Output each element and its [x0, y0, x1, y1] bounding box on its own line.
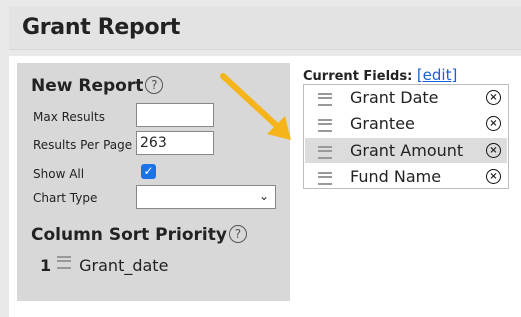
- current-fields-list: Grant Date × Grantee × Grant Amount × Fu…: [303, 84, 509, 189]
- new-report-title-text: New Report: [31, 76, 144, 96]
- new-report-title: New Report?: [31, 76, 164, 96]
- chevron-down-icon: ⌄: [258, 189, 269, 203]
- edit-fields-link[interactable]: [edit]: [417, 66, 458, 84]
- field-item-label: Grant Amount: [350, 141, 464, 160]
- results-per-page-input[interactable]: [136, 131, 214, 155]
- max-results-label: Max Results: [33, 110, 105, 124]
- max-results-input[interactable]: [136, 103, 214, 127]
- drag-handle-icon[interactable]: [57, 256, 72, 269]
- field-item-grant-date[interactable]: Grant Date ×: [305, 85, 507, 110]
- column-sort-priority-title: Column Sort Priority?: [31, 225, 247, 245]
- field-item-label: Grantee: [350, 114, 415, 133]
- arrow-shaft: [220, 73, 280, 129]
- chart-type-label: Chart Type: [33, 191, 98, 205]
- show-all-label: Show All: [33, 167, 85, 181]
- field-item-label: Grant Date: [350, 88, 439, 107]
- field-item-grant-amount[interactable]: Grant Amount ×: [305, 138, 507, 163]
- sort-field-name: Grant_date: [79, 256, 169, 275]
- sort-row[interactable]: 1 Grant_date: [40, 256, 168, 275]
- remove-icon[interactable]: ×: [486, 143, 501, 158]
- column-sort-priority-text: Column Sort Priority: [31, 225, 227, 245]
- page-title: Grant Report: [22, 15, 181, 40]
- field-item-grantee[interactable]: Grantee ×: [305, 111, 507, 136]
- page-header: Grant Report: [9, 6, 521, 50]
- help-icon[interactable]: ?: [145, 76, 164, 94]
- drag-handle-icon[interactable]: [318, 119, 332, 132]
- remove-icon[interactable]: ×: [486, 116, 501, 131]
- annotation-arrow-icon: [220, 73, 291, 140]
- drag-handle-icon[interactable]: [318, 93, 332, 106]
- drag-handle-icon[interactable]: [318, 172, 332, 185]
- show-all-checkbox[interactable]: ✓: [141, 164, 156, 179]
- remove-icon[interactable]: ×: [486, 90, 501, 105]
- drag-handle-icon[interactable]: [318, 146, 332, 159]
- current-fields-text: Current Fields:: [303, 69, 413, 84]
- sort-priority-number: 1: [40, 256, 52, 275]
- results-per-page-label: Results Per Page: [33, 138, 133, 152]
- chart-type-select[interactable]: ⌄: [136, 185, 276, 209]
- sort-help-icon[interactable]: ?: [228, 225, 247, 243]
- field-item-label: Fund Name: [350, 167, 442, 186]
- current-fields-label: Current Fields: [edit]: [303, 66, 457, 84]
- remove-icon[interactable]: ×: [486, 169, 501, 184]
- field-item-fund-name[interactable]: Fund Name ×: [305, 164, 507, 189]
